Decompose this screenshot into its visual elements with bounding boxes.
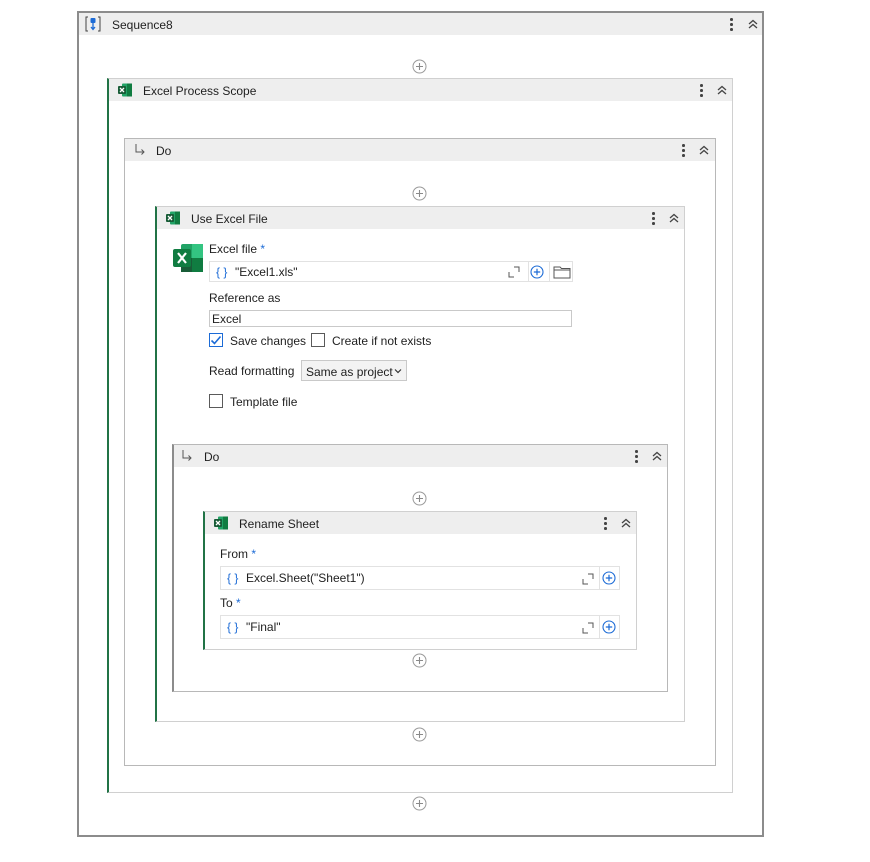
excel-icon: [165, 210, 181, 226]
expression-icon: { }: [227, 571, 239, 585]
expand-editor-icon[interactable]: [582, 573, 594, 585]
rename-sheet-title: Rename Sheet: [239, 517, 320, 531]
from-input[interactable]: { } Excel.Sheet("Sheet1"): [220, 566, 620, 590]
create-if-not-exists-checkbox[interactable]: [311, 333, 325, 347]
expand-editor-icon[interactable]: [582, 622, 594, 634]
excel-large-icon: [172, 242, 204, 274]
sequence-icon: [85, 16, 101, 32]
sequence-header[interactable]: Sequence8: [79, 13, 762, 35]
save-changes-checkbox[interactable]: [209, 333, 223, 347]
checkmark-icon: [209, 333, 223, 347]
browse-folder-icon[interactable]: [553, 265, 571, 279]
add-activity-icon[interactable]: [412, 491, 427, 506]
template-file-checkbox[interactable]: [209, 394, 223, 408]
expression-icon: { }: [216, 265, 228, 279]
do-arrow-icon: [133, 143, 147, 157]
rename-sheet-collapse-icon[interactable]: [619, 516, 633, 530]
do-inner-title: Do: [204, 450, 220, 464]
excel-process-scope-more-options-icon[interactable]: [696, 82, 706, 98]
from-value: Excel.Sheet("Sheet1"): [246, 571, 365, 585]
read-formatting-value: Same as project: [306, 365, 393, 379]
use-excel-file-title: Use Excel File: [191, 212, 268, 226]
read-formatting-label: Read formatting: [209, 364, 295, 378]
reference-as-value: Excel: [212, 312, 242, 326]
add-activity-icon[interactable]: [412, 796, 427, 811]
do-outer-collapse-icon[interactable]: [697, 143, 711, 157]
reference-as-label: Reference as: [209, 291, 281, 305]
sequence-title: Sequence8: [112, 18, 173, 32]
add-variable-icon[interactable]: [530, 265, 544, 279]
use-excel-file-collapse-icon[interactable]: [667, 211, 681, 225]
use-excel-file-header[interactable]: Use Excel File: [157, 207, 684, 229]
to-label: To *: [220, 596, 241, 610]
do-inner-header[interactable]: Do: [174, 445, 667, 467]
create-if-not-exists-label: Create if not exists: [332, 334, 432, 348]
reference-as-input[interactable]: Excel: [209, 310, 572, 327]
do-arrow-icon: [180, 449, 194, 463]
template-file-label: Template file: [230, 395, 298, 409]
to-value: "Final": [246, 620, 281, 634]
excel-file-value: "Excel1.xls": [235, 265, 298, 279]
expression-icon: { }: [227, 620, 239, 634]
save-changes-label: Save changes: [230, 334, 307, 348]
rename-sheet-more-options-icon[interactable]: [600, 515, 610, 531]
do-outer-more-options-icon[interactable]: [678, 142, 688, 158]
excel-file-label: Excel file *: [209, 242, 266, 256]
add-activity-icon[interactable]: [412, 727, 427, 742]
add-activity-icon[interactable]: [412, 186, 427, 201]
excel-process-scope-collapse-icon[interactable]: [715, 83, 729, 97]
sequence-collapse-icon[interactable]: [746, 17, 760, 31]
excel-process-scope-header[interactable]: Excel Process Scope: [109, 79, 732, 101]
do-inner-more-options-icon[interactable]: [631, 448, 641, 464]
use-excel-file-more-options-icon[interactable]: [648, 210, 658, 226]
read-formatting-dropdown[interactable]: Same as project: [301, 360, 407, 381]
excel-file-input[interactable]: { } "Excel1.xls": [209, 261, 573, 282]
do-inner-collapse-icon[interactable]: [650, 449, 664, 463]
add-activity-icon[interactable]: [412, 59, 427, 74]
add-variable-icon[interactable]: [602, 620, 616, 634]
sequence-more-options-icon[interactable]: [726, 16, 736, 32]
from-label: From *: [220, 547, 257, 561]
add-activity-icon[interactable]: [412, 653, 427, 668]
excel-icon: [213, 515, 229, 531]
add-variable-icon[interactable]: [602, 571, 616, 585]
to-input[interactable]: { } "Final": [220, 615, 620, 639]
expand-editor-icon[interactable]: [508, 266, 520, 278]
do-outer-header[interactable]: Do: [125, 139, 715, 161]
do-outer-title: Do: [156, 144, 172, 158]
excel-process-scope-title: Excel Process Scope: [143, 84, 257, 98]
excel-icon: [117, 82, 133, 98]
chevron-down-icon: [393, 366, 403, 376]
rename-sheet-header[interactable]: Rename Sheet: [205, 512, 636, 534]
